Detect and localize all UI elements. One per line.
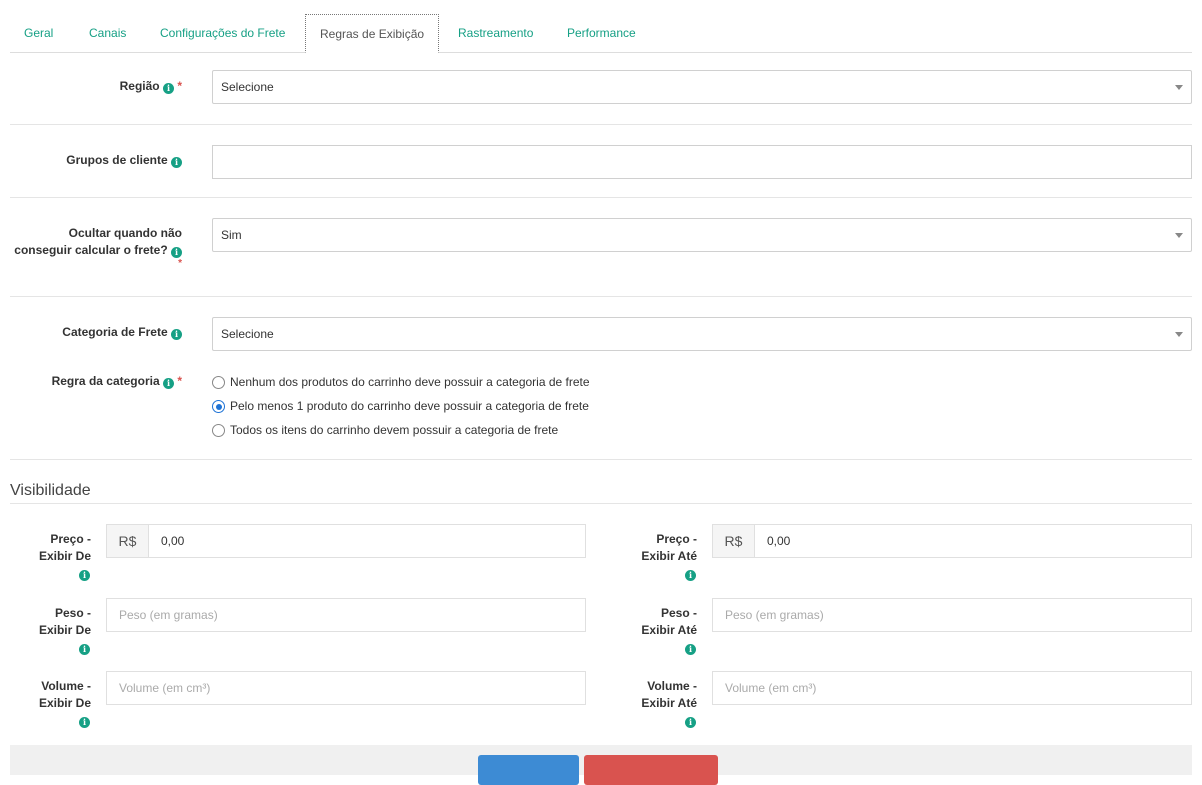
regra-option-label: Todos os itens do carrinho devem possuir… (230, 423, 559, 437)
required-marker: * (177, 79, 182, 93)
volume-de-label-line2: Exibir De (38, 696, 91, 710)
ocultar-label: Ocultar quando não conseguir calcular o … (10, 225, 182, 269)
visibilidade-title: Visibilidade (10, 482, 91, 499)
regra-option-pelo-menos-1[interactable]: Pelo menos 1 produto do carrinho deve po… (212, 398, 589, 414)
preco-ate-label-line1: Preço - (656, 532, 697, 546)
info-icon[interactable]: i (685, 644, 696, 655)
preco-de-label-line2: Exibir De (38, 549, 91, 563)
regiao-select-value: Selecione (221, 80, 274, 94)
info-icon[interactable]: i (171, 157, 182, 168)
info-icon[interactable]: i (79, 644, 90, 655)
volume-ate-label: Volume - Exibir Até i (612, 678, 697, 729)
preco-ate-input[interactable]: 0,00 (754, 524, 1192, 558)
peso-de-label: Peso - Exibir De i (10, 605, 91, 656)
regra-label: Regra da categoria i * (10, 373, 182, 390)
regra-option-label: Nenhum dos produtos do carrinho deve pos… (230, 375, 590, 389)
tab-canais[interactable]: Canais (75, 14, 140, 53)
categoria-select[interactable]: Selecione (212, 317, 1192, 351)
grupos-label-text: Grupos de cliente (66, 153, 168, 167)
info-icon[interactable]: i (162, 83, 174, 94)
categoria-select-value: Selecione (221, 327, 274, 341)
categoria-label: Categoria de Frete i (10, 324, 182, 341)
regiao-select[interactable]: Selecione (212, 70, 1192, 104)
volume-de-input[interactable]: Volume (em cm³) (106, 671, 586, 705)
info-icon[interactable]: i (685, 570, 696, 581)
tab-geral[interactable]: Geral (10, 14, 67, 53)
peso-ate-label-line1: Peso - (660, 606, 697, 620)
tab-bar: Geral Canais Configurações do Frete Regr… (10, 14, 1192, 53)
chevron-down-icon (1175, 233, 1183, 238)
chevron-down-icon (1175, 85, 1183, 90)
preco-de-label-line1: Preço - (50, 532, 91, 546)
regra-option-nenhum[interactable]: Nenhum dos produtos do carrinho deve pos… (212, 374, 590, 390)
grupos-cliente-input[interactable] (212, 145, 1192, 179)
required-marker: * (177, 374, 182, 388)
regra-label-text: Regra da categoria (51, 374, 160, 388)
info-icon[interactable]: i (685, 717, 696, 728)
regiao-label: Região i * (10, 78, 182, 95)
divider (10, 124, 1192, 125)
peso-de-label-line2: Exibir De (38, 623, 91, 637)
preco-ate-label: Preço - Exibir Até i (612, 531, 697, 582)
peso-de-input[interactable]: Peso (em gramas) (106, 598, 586, 632)
ocultar-label-line1: Ocultar quando não (68, 226, 182, 240)
peso-ate-label: Peso - Exibir Até i (612, 605, 697, 656)
divider (10, 197, 1192, 198)
peso-de-label-line1: Peso - (54, 606, 91, 620)
grupos-label: Grupos de cliente i (10, 152, 182, 169)
info-icon[interactable]: i (79, 570, 90, 581)
volume-de-label-line1: Volume - (41, 679, 91, 693)
ocultar-label-line2: conseguir calcular o frete? (14, 243, 168, 257)
volume-ate-label-line1: Volume - (647, 679, 697, 693)
categoria-label-text: Categoria de Frete (62, 325, 168, 339)
regra-option-label: Pelo menos 1 produto do carrinho deve po… (230, 399, 589, 413)
volume-ate-input[interactable]: Volume (em cm³) (712, 671, 1192, 705)
radio-button-checked[interactable] (212, 400, 225, 413)
regra-option-todos[interactable]: Todos os itens do carrinho devem possuir… (212, 422, 558, 438)
preco-de-label: Preço - Exibir De i (10, 531, 91, 582)
divider (10, 503, 1192, 504)
required-marker: * (178, 258, 182, 269)
info-icon[interactable]: i (79, 717, 90, 728)
radio-button[interactable] (212, 424, 225, 437)
chevron-down-icon (1175, 332, 1183, 337)
save-button[interactable] (478, 755, 579, 785)
ocultar-select[interactable]: Sim (212, 218, 1192, 252)
tab-configuracoes-frete[interactable]: Configurações do Frete (146, 14, 299, 53)
info-icon[interactable]: i (162, 378, 174, 389)
cancel-button[interactable] (584, 755, 718, 785)
peso-ate-label-line2: Exibir Até (641, 623, 697, 637)
divider (10, 459, 1192, 460)
info-icon[interactable]: i (171, 247, 182, 258)
tab-regras-exibicao[interactable]: Regras de Exibição (305, 14, 440, 53)
ocultar-select-value: Sim (221, 228, 242, 242)
info-icon[interactable]: i (171, 329, 182, 340)
regiao-label-text: Região (119, 79, 160, 93)
preco-ate-label-line2: Exibir Até (641, 549, 697, 563)
currency-addon: R$ (106, 524, 149, 558)
tab-performance[interactable]: Performance (553, 14, 650, 53)
currency-addon: R$ (712, 524, 755, 558)
divider (10, 296, 1192, 297)
peso-ate-input[interactable]: Peso (em gramas) (712, 598, 1192, 632)
volume-ate-label-line2: Exibir Até (641, 696, 697, 710)
tab-rastreamento[interactable]: Rastreamento (444, 14, 547, 53)
volume-de-label: Volume - Exibir De i (10, 678, 91, 729)
preco-de-input[interactable]: 0,00 (148, 524, 586, 558)
radio-button[interactable] (212, 376, 225, 389)
